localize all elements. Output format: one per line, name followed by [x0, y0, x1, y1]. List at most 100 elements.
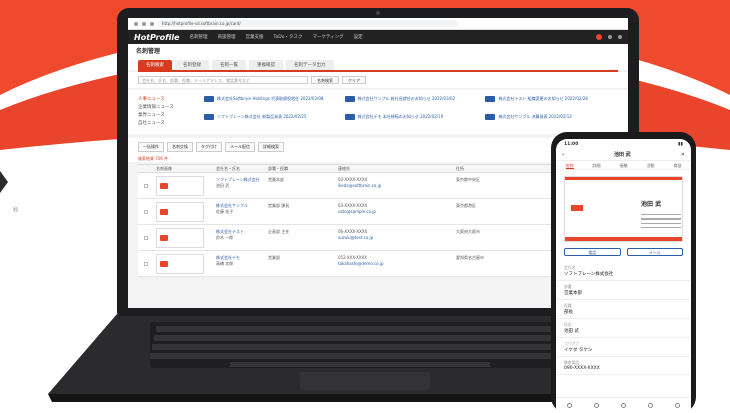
phone-tab-activity[interactable]: 活動 [647, 161, 655, 169]
col-contact: 連絡先 [338, 166, 350, 171]
search-button[interactable]: 名刺検索 [311, 76, 339, 84]
url-field[interactable]: http://hotprofile-sd.softbrain.co.jp/car… [158, 20, 458, 27]
back-arrow-icon[interactable]: ‹ [562, 152, 564, 158]
table-header: 名刺画像 会社名・氏名 部署・役職 連絡先 住所 [138, 165, 618, 173]
nav-item-card[interactable]: 名刺管理 [190, 34, 208, 40]
row-checkbox[interactable] [144, 184, 148, 188]
news-item[interactable]: 株式会社デモ 本社移転のお知らせ 2022/02/19 [344, 114, 478, 128]
tag-button[interactable]: タグ付け [196, 142, 222, 152]
card-icon[interactable] [594, 403, 599, 408]
tab-duplicate[interactable]: 重複確認 [249, 60, 283, 70]
card-thumbnail[interactable] [156, 176, 204, 196]
phone-header: ‹ 池田 武 ✕ [556, 149, 691, 161]
phone-tab-contact[interactable]: 接触 [620, 161, 628, 169]
news-tag [204, 114, 214, 120]
close-icon[interactable]: ✕ [681, 152, 685, 158]
back-icon[interactable] [134, 21, 138, 26]
tab-bar: 名刺検索 名刺登録 名刺一覧 重複確認 名刺データ出力 [128, 57, 628, 70]
card-name: 池田 武 [641, 201, 662, 208]
table-row[interactable]: ソフトブレーン株式会社 池田 武 営業本部 03-XXXX-XXXX ikeda@s… [138, 173, 618, 199]
table-row[interactable]: 株式会社テスト 鈴木 一郎 企画部 主任 06-XXXX-XXXX suzuki@t… [138, 225, 618, 251]
gear-icon[interactable] [608, 35, 612, 39]
bulk-action-button[interactable]: 一括操作 [138, 142, 164, 152]
exchange-button[interactable]: 名刺交換 [167, 142, 193, 152]
news-item[interactable]: 株式会社サンプル 決算発表 2022/02/12 [485, 114, 618, 128]
phone-title: 池田 武 [614, 152, 631, 158]
card-thumbnail[interactable] [156, 202, 204, 222]
card-thumbnail[interactable] [156, 254, 204, 274]
news-item[interactable]: ソフトブレーン株式会社 新製品発表 2022/02/25 [204, 114, 337, 128]
user-icon[interactable] [618, 35, 622, 39]
news-category[interactable]: 人事ニュース [138, 96, 196, 104]
notification-icon[interactable] [596, 34, 602, 40]
phone-tab-card[interactable]: 名刺 [565, 161, 574, 169]
phone-tab-deal[interactable]: 商談 [674, 161, 682, 169]
row-checkbox[interactable] [144, 236, 148, 240]
col-name: 会社名・氏名 [216, 166, 240, 171]
menu-icon[interactable] [675, 403, 680, 408]
mail-button[interactable]: メール [626, 248, 683, 256]
status-time: 11:00 [564, 141, 579, 147]
nav-item-todo[interactable]: ToDo・タスク [274, 34, 303, 40]
search-input[interactable]: 会社名、氏名、部署、役職、メールアドレス、電話番号など [138, 76, 308, 84]
browser-toolbar: http://hotprofile-sd.softbrain.co.jp/car… [128, 18, 628, 30]
company-logo [571, 205, 583, 211]
mail-button[interactable]: メール配信 [225, 142, 255, 152]
nav-item-sales[interactable]: 営業支援 [246, 34, 264, 40]
news-tag [344, 114, 355, 120]
page-title-bar: 名刺管理 [128, 44, 628, 57]
nav-item-deal[interactable]: 商談管理 [218, 34, 236, 40]
detail-field: 部署 営業本部 [556, 281, 691, 300]
business-card-image[interactable]: 池田 武 [564, 176, 683, 242]
news-item[interactable]: 株式会社テスト 組織変更のお知らせ 2022/02/28 [485, 96, 618, 110]
detail-field: フリガナ イケダ タケシ [556, 338, 691, 357]
status-bar: 11:00 ▮▮ [556, 139, 691, 149]
news-tag [344, 96, 355, 102]
table-row[interactable]: 株式会社サンプル 佐藤 花子 営業部 課長 03-XXXX-XXXX sato@sa… [138, 199, 618, 225]
tab-card-list[interactable]: 名刺一覧 [212, 60, 246, 70]
table-row[interactable]: 株式会社デモ 高橋 次郎 営業部 052-XXX-XXXX takahashi@de… [138, 251, 618, 277]
forward-icon[interactable] [142, 21, 146, 26]
camera-icon[interactable] [621, 403, 626, 408]
page-title: 名刺管理 [136, 48, 161, 55]
home-icon[interactable] [567, 403, 572, 408]
app-logo[interactable]: HotProfile [134, 33, 180, 42]
news-list: 株式会社Softbrain Holdings 代表取締役就任 2022/03/0… [204, 96, 618, 128]
nav-item-settings[interactable]: 設定 [354, 34, 363, 40]
reload-icon[interactable] [150, 21, 154, 26]
news-item[interactable]: 株式会社Softbrain Holdings 代表取締役就任 2022/03/0… [204, 96, 337, 110]
news-tag [485, 114, 496, 120]
tab-card-search[interactable]: 名刺検索 [138, 60, 172, 70]
detail-field: 会社名 ソフトブレーン株式会社 [556, 262, 691, 281]
news-category[interactable]: 自社ニュース [138, 120, 196, 128]
tab-card-register[interactable]: 名刺登録 [175, 60, 209, 70]
news-category[interactable]: 企業情報ニュース [138, 104, 196, 112]
card-table: 名刺画像 会社名・氏名 部署・役職 連絡先 住所 ソフトブレーン株式会社 池田 武… [138, 164, 618, 277]
webcam [376, 11, 380, 15]
call-button[interactable]: 電話 [564, 248, 621, 256]
clear-button[interactable]: クリア [342, 76, 366, 84]
card-thumbnail[interactable] [156, 228, 204, 248]
detail-field: 役職 部長 [556, 300, 691, 319]
news-tag [485, 96, 496, 102]
tab-export[interactable]: 名刺データ出力 [286, 60, 334, 70]
row-checkbox[interactable] [144, 262, 148, 266]
advanced-search-button[interactable]: 詳細検索 [258, 142, 284, 152]
detail-field: 氏名 池田 武 [556, 319, 691, 338]
news-categories: 人事ニュース 企業情報ニュース 業界ニュース 自社ニュース [138, 96, 196, 128]
phone-tab-detail[interactable]: 詳細 [593, 161, 601, 169]
battery-icon: ▮▮ [678, 141, 683, 147]
news-tag [204, 96, 214, 102]
news-panel: 人事ニュース 企業情報ニュース 業界ニュース 自社ニュース 株式会社Softbr… [128, 90, 628, 134]
col-dept: 部署・役職 [268, 166, 288, 171]
news-item[interactable]: 株式会社サンプル 新社長就任のお知らせ 2022/03/02 [344, 96, 478, 110]
news-category[interactable]: 業界ニュース [138, 112, 196, 120]
phone-actions: 電話 メール [564, 248, 683, 256]
row-checkbox[interactable] [144, 210, 148, 214]
detail-field: 携帯電話 090-XXXX-XXXX [556, 357, 691, 375]
nav-item-marketing[interactable]: マーケティング [313, 34, 344, 40]
phone-bottom-nav [556, 397, 691, 413]
search-row: 会社名、氏名、部署、役職、メールアドレス、電話番号など 名刺検索 クリア [128, 72, 628, 88]
bell-icon[interactable] [648, 403, 653, 408]
smartphone-screen: 11:00 ▮▮ ‹ 池田 武 ✕ 名刺 詳細 接触 活動 商談 池田 武 電話… [556, 139, 691, 413]
